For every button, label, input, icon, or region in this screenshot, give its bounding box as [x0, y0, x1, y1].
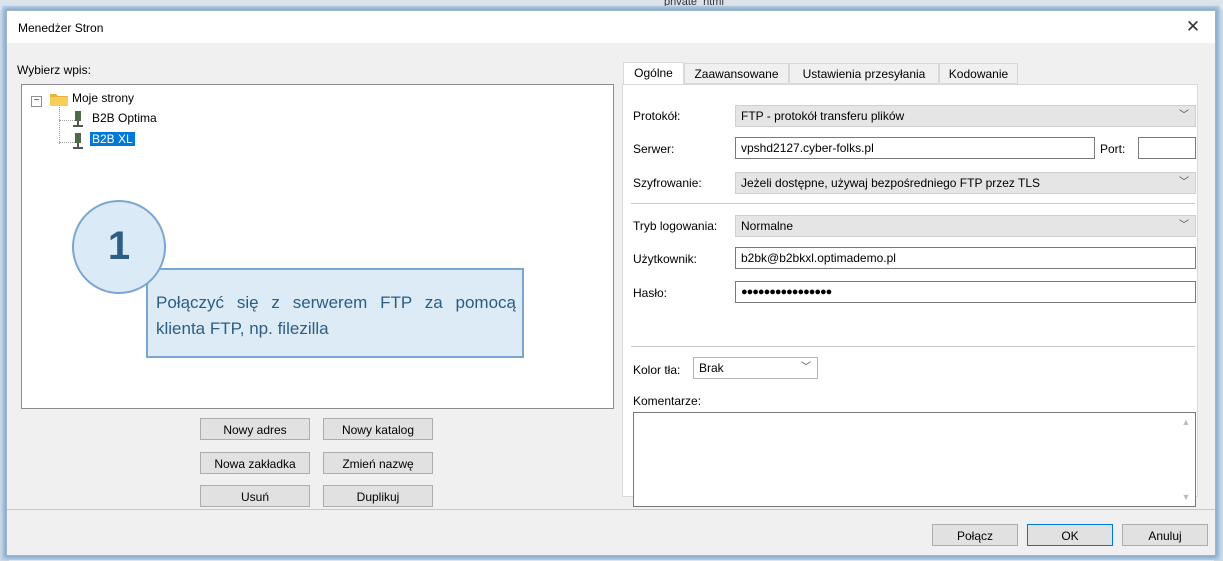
- step-number-badge: 1: [72, 200, 166, 294]
- close-icon[interactable]: ✕: [1179, 15, 1207, 39]
- scroll-up-icon[interactable]: ▲: [1178, 414, 1194, 430]
- user-input[interactable]: b2bk@b2bkxl.optimademo.pl: [735, 247, 1196, 269]
- chevron-down-icon: ﹀: [801, 362, 811, 373]
- folder-icon: [50, 94, 68, 106]
- select-entry-label: Wybierz wpis:: [17, 63, 91, 77]
- server-label: Serwer:: [633, 142, 675, 156]
- scroll-down-icon[interactable]: ▼: [1178, 489, 1194, 505]
- separator: [631, 203, 1195, 204]
- encryption-select[interactable]: Jeżeli dostępne, używaj bezpośredniego F…: [735, 172, 1196, 194]
- tree-root-label[interactable]: Moje strony: [72, 91, 134, 105]
- password-input[interactable]: ●●●●●●●●●●●●●●●●: [735, 281, 1196, 303]
- comments-scrollbar[interactable]: ▲ ▼: [1178, 414, 1194, 505]
- tab-charset[interactable]: Kodowanie: [939, 63, 1018, 84]
- instruction-text: Połączyć się z serwerem FTP za pomocą kl…: [156, 293, 516, 338]
- logon-type-label: Tryb logowania:: [633, 219, 718, 233]
- new-site-button[interactable]: Nowy adres: [200, 418, 310, 440]
- duplicate-button[interactable]: Duplikuj: [323, 485, 433, 507]
- background-window: private_html: [0, 0, 1223, 10]
- general-tab-panel: Protokół: FTP - protokół transferu plikó…: [622, 84, 1198, 507]
- title-bar: Menedżer Stron ✕: [7, 11, 1215, 43]
- connect-button[interactable]: Połącz: [932, 524, 1018, 546]
- protocol-value: FTP - protokół transferu plików: [741, 109, 905, 123]
- background-color-select[interactable]: Brak ﹀: [693, 357, 818, 379]
- tree-item-b2b-xl[interactable]: B2B XL: [90, 132, 135, 146]
- password-label: Hasło:: [633, 286, 668, 300]
- footer-separator: [7, 509, 1215, 510]
- port-label: Port:: [1100, 142, 1126, 156]
- encryption-value: Jeżeli dostępne, używaj bezpośredniego F…: [741, 176, 1041, 190]
- new-folder-button[interactable]: Nowy katalog: [323, 418, 433, 440]
- dialog-title: Menedżer Stron: [18, 21, 104, 35]
- server-input[interactable]: vpshd2127.cyber-folks.pl: [735, 137, 1095, 159]
- ok-button[interactable]: OK: [1027, 524, 1113, 546]
- chevron-down-icon: ﹀: [1179, 220, 1189, 231]
- chevron-down-icon: ﹀: [1179, 177, 1189, 188]
- tree-line: [59, 107, 60, 144]
- background-fragment: private_html: [664, 0, 724, 8]
- instruction-callout: Połączyć się z serwerem FTP za pomocą kl…: [146, 268, 524, 358]
- protocol-label: Protokół:: [633, 109, 681, 123]
- server-icon: [73, 133, 83, 149]
- chevron-down-icon: ﹀: [1179, 110, 1189, 121]
- protocol-select[interactable]: FTP - protokół transferu plików ﹀: [735, 105, 1196, 127]
- logon-type-value: Normalne: [741, 219, 794, 233]
- comments-label: Komentarze:: [633, 394, 702, 408]
- rename-button[interactable]: Zmień nazwę: [323, 452, 433, 474]
- new-bookmark-button[interactable]: Nowa zakładka: [200, 452, 310, 474]
- tab-advanced[interactable]: Zaawansowane: [684, 63, 789, 84]
- collapse-icon[interactable]: −: [31, 96, 42, 107]
- server-icon: [73, 111, 83, 127]
- separator: [631, 346, 1195, 347]
- port-input[interactable]: [1138, 137, 1196, 159]
- background-color-label: Kolor tła:: [633, 363, 681, 377]
- comments-textarea[interactable]: ▲ ▼: [633, 412, 1196, 507]
- delete-button[interactable]: Usuń: [200, 485, 310, 507]
- encryption-label: Szyfrowanie:: [633, 176, 702, 190]
- tab-transfer-settings[interactable]: Ustawienia przesyłania: [789, 63, 939, 84]
- user-label: Użytkownik:: [633, 252, 698, 266]
- tab-general[interactable]: Ogólne: [623, 62, 684, 85]
- logon-type-select[interactable]: Normalne ﹀: [735, 215, 1196, 237]
- background-color-value: Brak: [699, 361, 724, 375]
- cancel-button[interactable]: Anuluj: [1122, 524, 1208, 546]
- tree-item-b2b-optima[interactable]: B2B Optima: [92, 111, 157, 125]
